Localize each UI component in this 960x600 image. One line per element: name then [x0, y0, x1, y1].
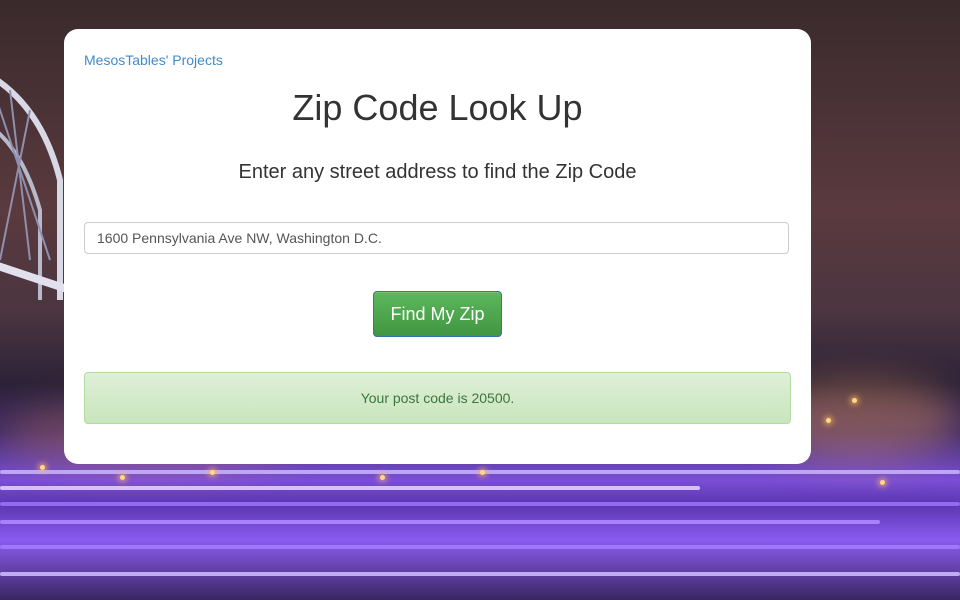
result-alert: Your post code is 20500.	[84, 372, 791, 424]
projects-link[interactable]: MesosTables' Projects	[84, 52, 223, 68]
page-title: Zip Code Look Up	[292, 87, 583, 128]
page-subtitle: Enter any street address to find the Zip…	[238, 161, 637, 183]
lookup-card: MesosTables' Projects Zip Code Look Up E…	[64, 29, 811, 464]
address-input[interactable]	[84, 222, 789, 254]
find-zip-button[interactable]: Find My Zip	[373, 291, 502, 337]
bridge-graphic	[0, 78, 70, 300]
